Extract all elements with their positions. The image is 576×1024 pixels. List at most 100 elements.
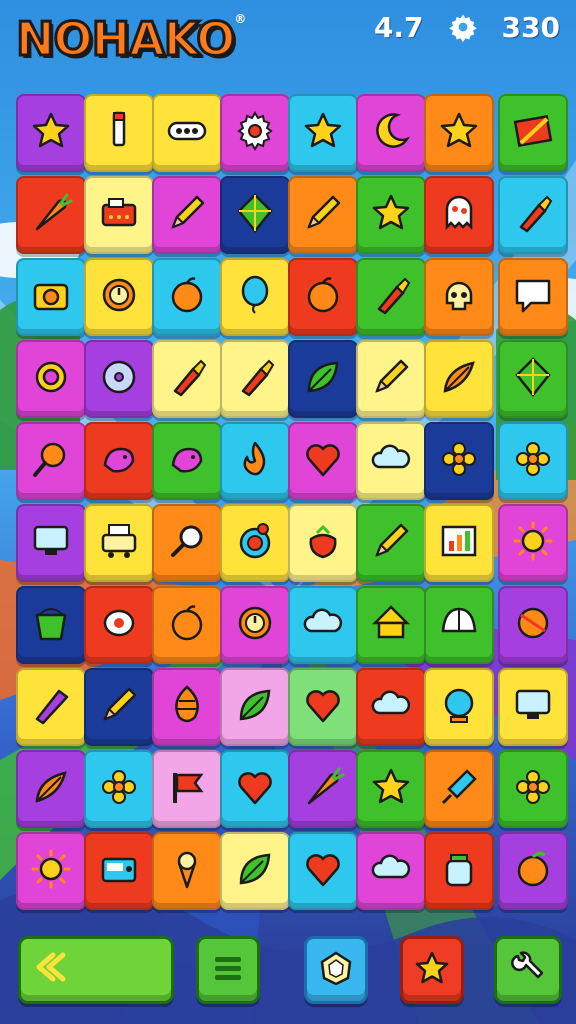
tile-pin[interactable]	[424, 750, 494, 828]
tile-leaf[interactable]	[220, 668, 290, 746]
egg-icon	[97, 601, 141, 649]
tile-carrot[interactable]	[288, 750, 358, 828]
flower-icon	[97, 765, 141, 813]
tile-bucket[interactable]	[16, 586, 86, 664]
tile-pencil[interactable]	[152, 176, 222, 254]
tile-radio[interactable]	[84, 832, 154, 910]
tile-pencil[interactable]	[356, 340, 426, 418]
globe-icon	[437, 683, 481, 731]
tile-kite[interactable]	[498, 340, 568, 418]
tile-pencil[interactable]	[356, 504, 426, 582]
tile-camera[interactable]	[16, 258, 86, 336]
tile-leaf[interactable]	[288, 340, 358, 418]
tile-dash-pencil[interactable]	[498, 94, 568, 172]
tile-sun[interactable]	[16, 832, 86, 910]
tile-house[interactable]	[356, 586, 426, 664]
tile-flame[interactable]	[220, 422, 290, 500]
tile-brush[interactable]	[498, 176, 568, 254]
kite-icon	[511, 355, 555, 403]
tile-star[interactable]	[424, 94, 494, 172]
back-button[interactable]	[18, 936, 174, 1004]
tile-icecream[interactable]	[152, 832, 222, 910]
tile-flower[interactable]	[424, 422, 494, 500]
tile-ball[interactable]	[498, 586, 568, 664]
tile-pencil-yellow[interactable]	[84, 94, 154, 172]
tile-pencil[interactable]	[288, 176, 358, 254]
hint-button[interactable]	[400, 936, 464, 1004]
tile-heart[interactable]	[288, 668, 358, 746]
shuffle-button[interactable]	[304, 936, 368, 1004]
gear-icon[interactable]	[446, 10, 480, 44]
tile-star[interactable]	[356, 750, 426, 828]
tile-bird[interactable]	[84, 422, 154, 500]
tile-balloon[interactable]	[220, 258, 290, 336]
tile-pinecone[interactable]	[152, 668, 222, 746]
tile-sun[interactable]	[498, 504, 568, 582]
tile-chart[interactable]	[424, 504, 494, 582]
sun-icon	[29, 847, 73, 895]
rating-value: 4.7	[373, 10, 424, 44]
leaf-icon	[301, 355, 345, 403]
tile-shell[interactable]	[424, 586, 494, 664]
tile-star[interactable]	[16, 94, 86, 172]
tile-cloud[interactable]	[288, 586, 358, 664]
menu-icon	[208, 948, 248, 992]
tile-clock[interactable]	[84, 258, 154, 336]
tile-cloud[interactable]	[356, 668, 426, 746]
tile-egg[interactable]	[84, 586, 154, 664]
tile-berry[interactable]	[288, 504, 358, 582]
tile-cd[interactable]	[84, 340, 154, 418]
tile-crayon[interactable]	[16, 668, 86, 746]
tile-speech[interactable]	[498, 258, 568, 336]
tile-heart[interactable]	[220, 750, 290, 828]
tile-pencil[interactable]	[84, 668, 154, 746]
tile-heart[interactable]	[288, 422, 358, 500]
score-value: 330	[501, 10, 560, 44]
menu-button[interactable]	[196, 936, 260, 1004]
tile-leaf[interactable]	[220, 832, 290, 910]
tile-kite[interactable]	[220, 176, 290, 254]
tile-bird[interactable]	[152, 422, 222, 500]
tile-box[interactable]	[84, 176, 154, 254]
tile-monitor[interactable]	[16, 504, 86, 582]
tile-globe[interactable]	[424, 668, 494, 746]
tile-brush[interactable]	[356, 258, 426, 336]
tile-printer[interactable]	[84, 504, 154, 582]
tile-star[interactable]	[356, 176, 426, 254]
tile-gear[interactable]	[220, 94, 290, 172]
tile-brush[interactable]	[152, 340, 222, 418]
tile-flag[interactable]	[152, 750, 222, 828]
tile-star[interactable]	[288, 94, 358, 172]
tile-target[interactable]	[220, 504, 290, 582]
tile-heart[interactable]	[288, 832, 358, 910]
tile-feather[interactable]	[16, 750, 86, 828]
tile-cloud[interactable]	[356, 832, 426, 910]
pencil-yellow-icon	[97, 109, 141, 157]
tile-cloud[interactable]	[356, 422, 426, 500]
tile-flower[interactable]	[498, 750, 568, 828]
tile-orange[interactable]	[498, 832, 568, 910]
tools-button[interactable]	[494, 936, 562, 1004]
tile-moon[interactable]	[356, 94, 426, 172]
tile-skull[interactable]	[424, 258, 494, 336]
tile-clock[interactable]	[220, 586, 290, 664]
tile-apple[interactable]	[152, 258, 222, 336]
tile-feather[interactable]	[424, 340, 494, 418]
tile-ring[interactable]	[16, 340, 86, 418]
star-icon	[412, 948, 452, 992]
tile-brush[interactable]	[220, 340, 290, 418]
tile-ghost[interactable]	[424, 176, 494, 254]
tile-apple[interactable]	[152, 586, 222, 664]
tile-carrot[interactable]	[16, 176, 86, 254]
tile-magnifier[interactable]	[152, 504, 222, 582]
tile-racket[interactable]	[16, 422, 86, 500]
tile-apple[interactable]	[288, 258, 358, 336]
tile-dots[interactable]	[152, 94, 222, 172]
tile-jar[interactable]	[424, 832, 494, 910]
tile-flower[interactable]	[84, 750, 154, 828]
moon-icon	[369, 109, 413, 157]
tile-flower[interactable]	[498, 422, 568, 500]
camera-icon	[29, 273, 73, 321]
tile-monitor[interactable]	[498, 668, 568, 746]
sun-icon	[511, 519, 555, 567]
